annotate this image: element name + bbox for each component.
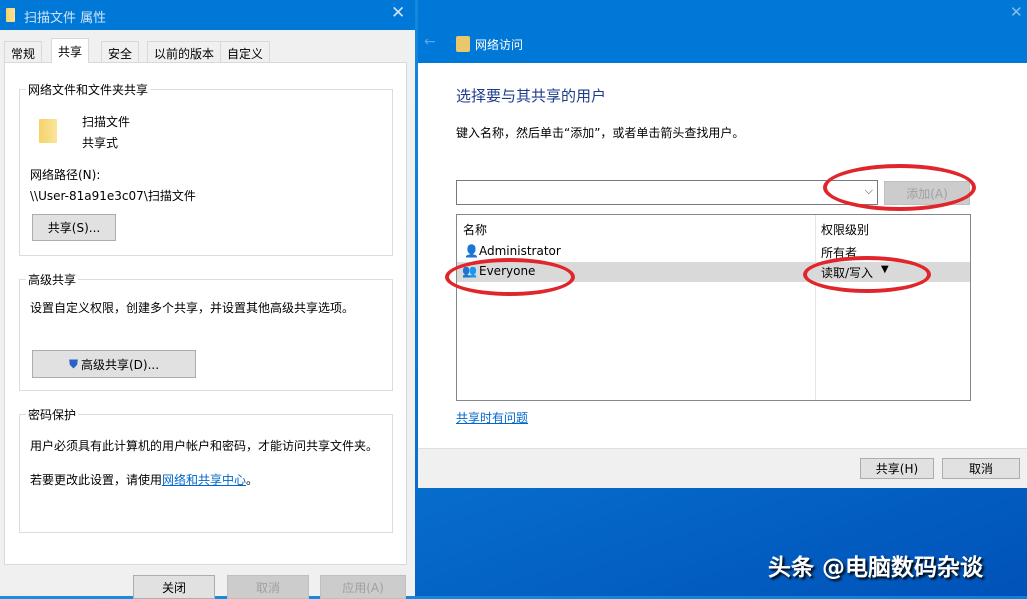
close-icon[interactable]: ✕ [391,3,405,23]
tab-previous-versions[interactable]: 以前的版本 [147,41,221,62]
password-protection-group: 密码保护 用户必须具有此计算机的用户帐户和密码，才能访问共享文件夹。 若要更改此… [19,414,393,533]
network-access-dialog: ← 网络访问 ✕ 选择要与其共享的用户 键入名称，然后单击“添加”，或者单击箭头… [418,0,1027,488]
annotation-circle [803,256,931,293]
password-description: 用户必须具有此计算机的用户帐户和密码，才能访问共享文件夹。 [30,437,378,454]
page-heading: 选择要与其共享的用户 [456,85,606,106]
cancel-button[interactable]: 取消 [942,458,1020,479]
tab-customize[interactable]: 自定义 [220,41,270,62]
tab-security[interactable]: 安全 [101,41,139,62]
apply-button[interactable]: 应用(A) [320,575,406,599]
instruction-text: 键入名称，然后单击“添加”，或者单击箭头查找用户。 [456,124,744,141]
shield-icon: ⛊ [69,357,78,372]
column-header-permission[interactable]: 权限级别 [821,221,869,238]
window-title: 扫描文件 属性 [24,7,106,26]
annotation-circle [445,258,575,296]
sharing-help-link[interactable]: 共享时有问题 [456,409,528,426]
advanced-sharing-button[interactable]: ⛊ 高级共享(D)... [32,350,196,378]
properties-dialog: 扫描文件 属性 ✕ 常规 共享 安全 以前的版本 自定义 网络文件和文件夹共享 … [0,0,415,596]
button-label: 高级共享(D)... [81,356,159,373]
close-icon[interactable]: ✕ [1010,3,1023,21]
network-sharing-group: 网络文件和文件夹共享 扫描文件 共享式 网络路径(N): \\User-81a9… [19,89,393,256]
folder-name: 扫描文件 [82,113,130,130]
group-title: 网络文件和文件夹共享 [26,81,150,98]
change-setting-text: 若要更改此设置，请使用网络和共享中心。 [30,471,258,488]
user-name: Administrator [479,244,561,258]
window-title: 网络访问 [475,36,523,53]
sharing-panel: 网络文件和文件夹共享 扫描文件 共享式 网络路径(N): \\User-81a9… [4,62,407,565]
back-arrow-icon[interactable]: ← [424,34,436,50]
text: 若要更改此设置，请使用 [30,473,162,487]
watermark: 头条 @电脑数码杂谈 [768,548,983,582]
group-title: 高级共享 [26,271,78,288]
tab-sharing[interactable]: 共享 [51,38,89,63]
user-list: 名称 权限级别 👤 Administrator 所有者 👥 Everyone 读… [456,214,971,401]
advanced-description: 设置自定义权限，创建多个共享，并设置其他高级共享选项。 [30,299,354,316]
folder-icon [6,8,15,22]
text: 。 [246,473,258,487]
title-bar: 扫描文件 属性 ✕ [0,0,415,30]
group-title: 密码保护 [26,406,78,423]
title-bar: ← 网络访问 ✕ [418,0,1027,63]
network-path-label: 网络路径(N): [30,166,100,183]
user-icon: 👤 [464,244,479,258]
share-button[interactable]: 共享(S)... [32,214,116,241]
folder-icon [39,119,57,143]
share-button[interactable]: 共享(H) [860,458,934,479]
annotation-circle [823,164,976,211]
dialog-footer: 共享(H) 取消 [418,448,1027,488]
advanced-sharing-group: 高级共享 设置自定义权限，创建多个共享，并设置其他高级共享选项。 ⛊ 高级共享(… [19,279,393,391]
network-path: \\User-81a91e3c07\扫描文件 [30,187,196,204]
close-button[interactable]: 关闭 [133,575,215,599]
network-sharing-center-link[interactable]: 网络和共享中心 [162,473,246,487]
user-name-combobox[interactable]: ⌵ [456,180,878,205]
network-users-icon [456,36,470,52]
tab-general[interactable]: 常规 [4,41,42,62]
cancel-button[interactable]: 取消 [227,575,309,599]
column-header-name[interactable]: 名称 [463,221,487,238]
share-state: 共享式 [82,134,118,151]
